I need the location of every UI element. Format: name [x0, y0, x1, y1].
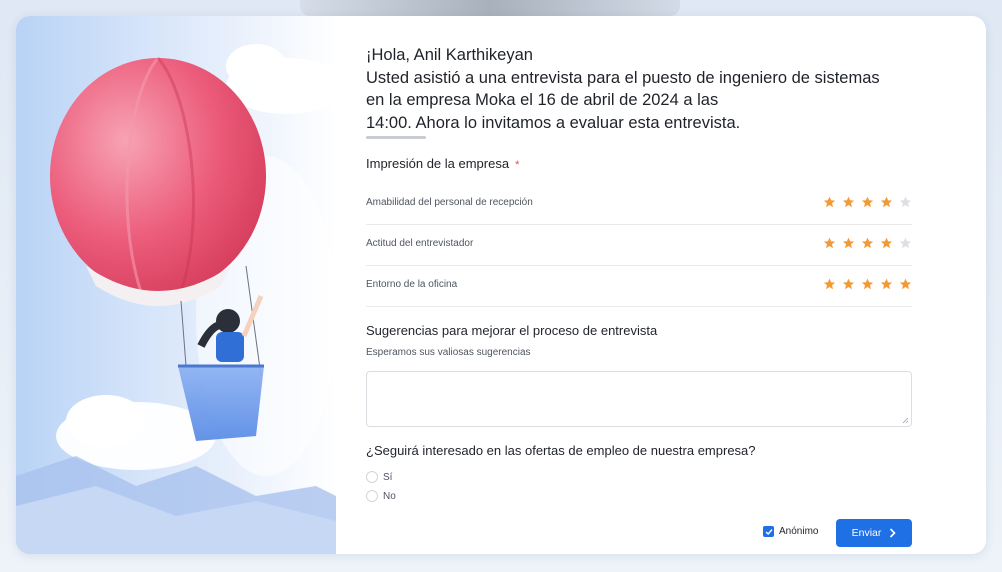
send-button[interactable]: Enviar — [836, 519, 912, 547]
suggestions-textarea[interactable] — [366, 371, 912, 427]
radio-label: No — [383, 490, 396, 502]
star-icon[interactable] — [861, 237, 874, 250]
star-icon[interactable] — [823, 196, 836, 209]
star-icon[interactable] — [823, 237, 836, 250]
hot-air-balloon-illustration — [16, 16, 336, 554]
rating-label: Entorno de la oficina — [366, 279, 458, 290]
suggestions-hint: Esperamos sus valiosas sugerencias — [366, 347, 531, 358]
star-icon[interactable] — [861, 196, 874, 209]
rating-label: Actitud del entrevistador — [366, 238, 474, 249]
send-label: Enviar — [851, 527, 882, 539]
star-icon[interactable] — [861, 278, 874, 291]
top-bar — [300, 0, 680, 16]
star-icon[interactable] — [880, 237, 893, 250]
star-rating[interactable] — [823, 196, 912, 209]
greeting-line: 14:00. Ahora lo invitamos a evaluar esta… — [366, 113, 741, 132]
check-icon[interactable] — [763, 526, 774, 537]
star-icon[interactable] — [899, 278, 912, 291]
survey-content: ¡Hola, Anil Karthikeyan Usted asistió a … — [366, 16, 912, 554]
radio-label: Sí — [383, 471, 393, 483]
greeting-name: ¡Hola, Anil Karthikeyan — [366, 46, 533, 64]
anonymous-checkbox[interactable]: Anónimo — [763, 526, 818, 537]
star-icon[interactable] — [842, 278, 855, 291]
title-underline — [366, 136, 426, 139]
chevron-right-icon — [890, 528, 897, 538]
window-frame: ¡Hola, Anil Karthikeyan Usted asistió a … — [0, 0, 1002, 572]
greeting: ¡Hola, Anil Karthikeyan Usted asistió a … — [366, 44, 926, 134]
star-icon[interactable] — [880, 196, 893, 209]
rating-row: Entorno de la oficina — [366, 266, 912, 307]
required-mark: * — [515, 159, 520, 171]
greeting-line: Usted asistió a una entrevista para el p… — [366, 68, 880, 87]
star-rating[interactable] — [823, 278, 912, 291]
interest-question: ¿Seguirá interesado en las ofertas de em… — [366, 443, 756, 458]
survey-card: ¡Hola, Anil Karthikeyan Usted asistió a … — [16, 16, 986, 554]
star-icon[interactable] — [899, 196, 912, 209]
radio-option-si[interactable]: Sí — [366, 471, 392, 483]
star-rating[interactable] — [823, 237, 912, 250]
radio-option-no[interactable]: No — [366, 490, 396, 502]
rating-row: Actitud del entrevistador — [366, 225, 912, 266]
anonymous-label: Anónimo — [779, 526, 819, 537]
star-icon[interactable] — [823, 278, 836, 291]
suggestions-title: Sugerencias para mejorar el proceso de e… — [366, 323, 658, 338]
impression-title: Impresión de la empresa * — [366, 156, 519, 171]
rating-label: Amabilidad del personal de recepción — [366, 197, 533, 208]
star-icon[interactable] — [842, 196, 855, 209]
star-icon[interactable] — [842, 237, 855, 250]
star-icon[interactable] — [899, 237, 912, 250]
greeting-line: en la empresa Moka el 16 de abril de 202… — [366, 91, 719, 109]
rating-row: Amabilidad del personal de recepción — [366, 184, 912, 225]
radio-button[interactable] — [366, 471, 378, 483]
radio-button[interactable] — [366, 490, 378, 502]
impression-title-text: Impresión de la empresa — [366, 156, 510, 171]
star-icon[interactable] — [880, 278, 893, 291]
resize-handle-icon[interactable] — [902, 417, 909, 424]
